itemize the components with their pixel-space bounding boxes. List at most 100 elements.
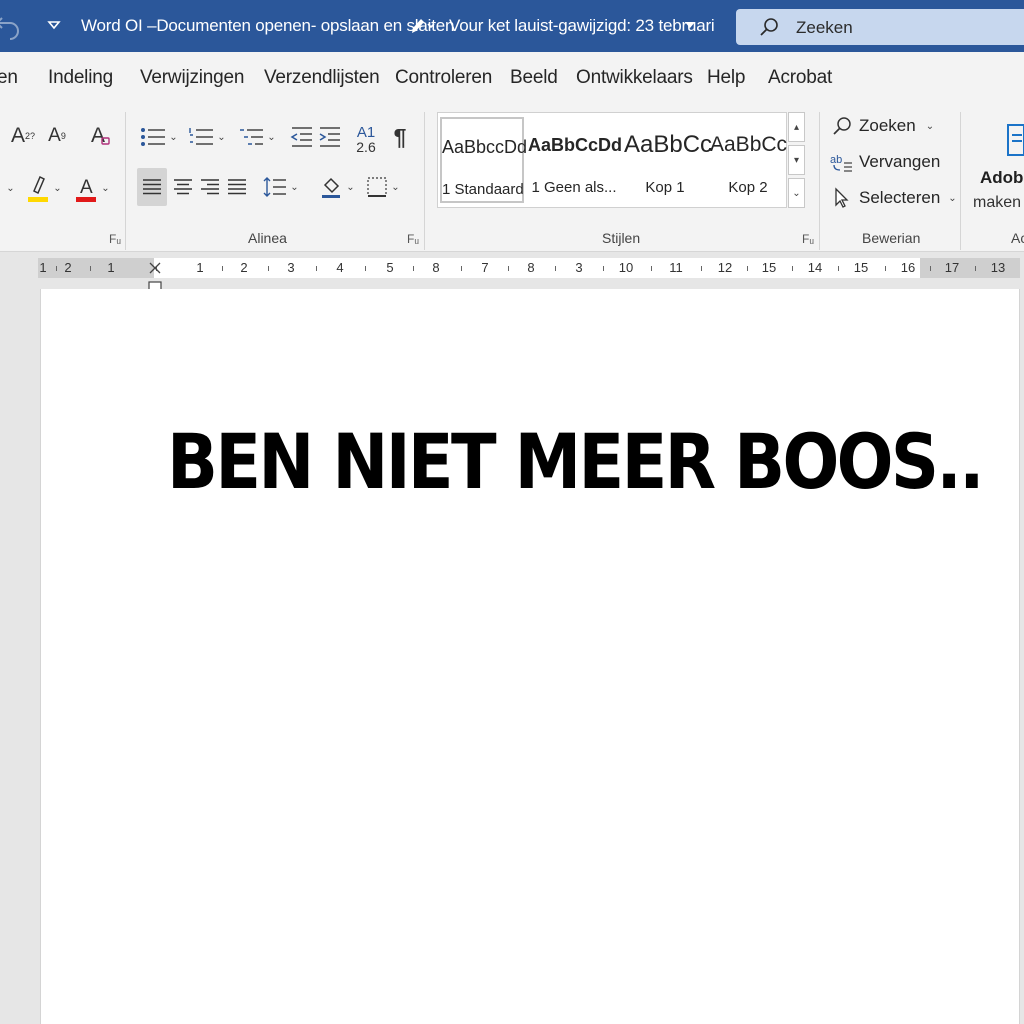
tab-verwijzingen[interactable]: Verwijzingen [140,67,244,89]
ruler-number: 3 [575,260,583,275]
font-dialog-launcher[interactable]: Fᵤ [109,232,121,246]
align-center-icon [174,179,192,195]
highlight-color-button[interactable]: ⌄ [22,172,66,204]
ruler-number: 1 [107,260,115,275]
styles-dialog-launcher[interactable]: Fᵤ [802,232,814,246]
ruler-number: 15 [853,260,869,275]
align-right-button[interactable] [197,172,223,202]
tab-invoegen[interactable]: en [0,67,18,89]
expand-icon: ⌄ [792,187,801,199]
style-standaard[interactable]: AaBbccDd 1 Standaard [440,117,528,203]
chevron-down-icon: ⌄ [948,192,957,204]
tab-beeld[interactable]: Beeld [510,67,558,89]
line-spacing-icon [263,177,287,197]
borders-button[interactable]: ⌄ [362,172,404,202]
adobe-subtitle[interactable]: maken e [973,194,1024,212]
align-center-button[interactable] [170,172,196,202]
grow-font-sup: 2? [25,131,36,141]
last-modified-label[interactable]: Vour ket lauist-gawijzigd: 23 tebruari [449,16,715,36]
ruler-tick [222,266,223,271]
document-body-text[interactable]: BEN NIET MEER BOOS.. [167,417,985,506]
style-preview: AaBbccDd [442,137,528,157]
adobe-create-pdf-button[interactable] [1004,120,1024,160]
bullet-list-icon [141,128,166,146]
search-placeholder: Zeeken [796,18,853,37]
style-kop-1[interactable]: AaBbCc Kop 1 [624,117,712,203]
sort-icon-top: A1 [356,124,376,141]
gallery-scroll-down[interactable]: ▾ [788,145,805,175]
ruler-tick [460,266,462,271]
align-right-icon [201,179,219,195]
ruler-tick [975,266,976,271]
indent-marker-icon[interactable] [148,258,162,292]
ruler-number: 16 [900,260,916,275]
tab-controleren[interactable]: Controleren [395,67,492,89]
ruler-tick [315,266,317,271]
customize-quick-access-icon[interactable] [46,17,62,33]
sort-button[interactable]: A1 2.6 [352,122,380,158]
tab-help[interactable]: Help [707,67,745,89]
styles-gallery[interactable]: AaBbccDd 1 Standaard AaBbCcDd 1 Geen als… [437,112,787,208]
select-button[interactable]: Selecteren ⌄ [830,185,957,211]
paragraph-dialog-launcher[interactable]: Fᵤ [407,232,419,246]
shading-button[interactable]: ⌄ [316,172,358,202]
clear-formatting-button[interactable]: A [86,122,116,150]
replace-button[interactable]: ab Vervangen [830,149,940,175]
bullets-button[interactable]: ⌄ [138,122,180,152]
grow-font-button[interactable]: A 2? [8,122,38,150]
undo-icon[interactable] [0,12,22,40]
tab-ontwikkelaars[interactable]: Ontwikkelaars [576,67,693,89]
align-left-button[interactable] [137,168,167,206]
font-color-icon: A [76,177,97,202]
decrease-indent-button[interactable] [288,122,316,152]
gallery-scroll-up[interactable]: ▴ [788,112,805,142]
ruler-tick [267,266,269,271]
ruler-number: 17 [944,260,960,275]
increase-indent-button[interactable] [316,122,344,152]
document-title[interactable]: Word OI –Documenten openen- opslaan en s… [81,16,454,36]
cursor-arrow-icon [835,187,849,208]
style-geen-afstand[interactable]: AaBbCcDd 1 Geen als... [528,117,622,203]
find-label: Zoeken [859,116,916,135]
ruler-tick [700,266,702,271]
ruler-tick [792,266,793,271]
tab-verzendlijsten[interactable]: Verzendlijsten [264,67,380,89]
pen-dropdown-icon[interactable] [408,16,436,36]
shrink-font-button[interactable]: A9 [42,122,72,150]
borders-icon [367,177,387,197]
adobe-pdf-icon [1007,124,1024,156]
svg-text:ab: ab [830,154,842,166]
find-button[interactable]: Zoeken ⌄ [830,113,934,139]
ruler-numbers: 1 2 1 1 2 3 4 5 8 7 8 3 10 11 12 15 14 15 16 17 13 [38,258,1020,278]
ruler-tick [508,266,509,271]
chevron-down-icon: ⌄ [101,182,110,194]
chevron-down-icon[interactable] [684,20,696,30]
group-separator [424,112,425,250]
shrink-font-sup: 9 [60,131,66,141]
style-name: Kop 1 [645,179,685,196]
search-icon [760,18,778,36]
font-color-button[interactable]: A ⌄ [70,172,114,204]
search-box[interactable]: Zeeken [736,9,1024,45]
gallery-more[interactable]: ⌄ [788,178,805,208]
ruler-number: 10 [618,260,634,275]
tab-acrobat[interactable]: Acrobat [768,67,832,89]
document-page[interactable]: BEN NIET MEER BOOS.. [40,289,1020,1024]
style-name: Kop 2 [728,179,768,196]
style-kop-2[interactable]: AaBbCc Kop 2 [710,117,787,203]
font-dropdown-caret[interactable]: ⌄ [0,174,18,202]
show-formatting-button[interactable]: ¶ [388,122,412,152]
tab-indeling[interactable]: Indeling [48,67,113,89]
numbering-button[interactable]: ⌄ [186,122,228,152]
ruler-tick [651,266,652,271]
svg-text:A: A [80,177,93,198]
ruler-tick [55,266,57,271]
line-spacing-button[interactable]: ⌄ [260,172,302,202]
ruler-number: 2 [64,260,72,275]
ruler-number: 1 [196,260,204,275]
chevron-down-icon: ⌄ [267,131,276,143]
adobe-title[interactable]: Adobe [980,168,1024,188]
multilevel-list-button[interactable]: ⌄ [236,122,278,152]
justify-button[interactable] [224,172,250,202]
group-label-editing: Bewerian [862,230,921,246]
